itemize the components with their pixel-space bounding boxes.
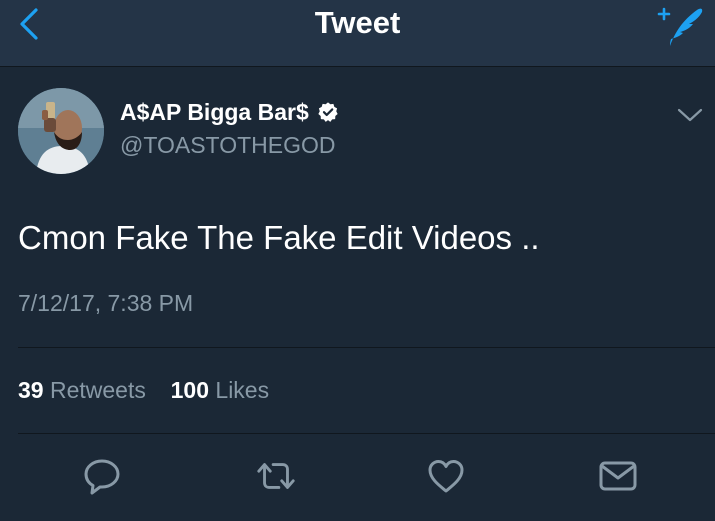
direct-message-icon xyxy=(599,461,637,491)
author-name-row[interactable]: A$AP Bigga Bar$ xyxy=(120,99,339,125)
like-icon xyxy=(428,460,464,493)
chevron-down-icon xyxy=(677,108,703,122)
retweet-icon xyxy=(257,463,295,489)
profile-photo xyxy=(18,88,104,174)
retweets-label: Retweets xyxy=(49,377,146,403)
likes-count: 100 xyxy=(170,377,210,403)
tweet-detail-screen: Tweet A$AP Bigga Bar$ @TOASTOTHEGOD Cmon… xyxy=(0,0,715,521)
retweets-stat[interactable]: 39 Retweets xyxy=(18,377,152,403)
display-name[interactable]: A$AP Bigga Bar$ xyxy=(120,99,309,125)
likes-stat[interactable]: 100 Likes xyxy=(171,377,269,403)
tweet-timestamp: 7/12/17, 7:38 PM xyxy=(18,290,194,316)
user-handle[interactable]: @TOASTOTHEGOD xyxy=(120,132,335,158)
direct-message-button[interactable] xyxy=(596,456,640,496)
tweet-text: Cmon Fake The Fake Edit Videos .. xyxy=(18,219,540,256)
divider xyxy=(18,347,715,348)
compose-tweet-button[interactable] xyxy=(653,2,705,48)
page-title: Tweet xyxy=(314,5,401,40)
tweet-stats: 39 Retweets 100 Likes xyxy=(18,377,269,403)
tweet-options-button[interactable] xyxy=(675,104,705,126)
likes-label: Likes xyxy=(215,377,270,403)
compose-tweet-icon xyxy=(657,7,703,47)
reply-icon xyxy=(84,459,120,495)
retweets-count: 39 xyxy=(18,377,44,403)
verified-badge-icon xyxy=(318,102,338,122)
tweet-actions-bar xyxy=(0,448,715,504)
navigation-bar: Tweet xyxy=(0,0,715,67)
avatar[interactable] xyxy=(18,88,104,174)
reply-button[interactable] xyxy=(80,456,124,496)
like-button[interactable] xyxy=(424,456,468,496)
divider xyxy=(18,433,715,434)
retweet-button[interactable] xyxy=(254,456,298,496)
